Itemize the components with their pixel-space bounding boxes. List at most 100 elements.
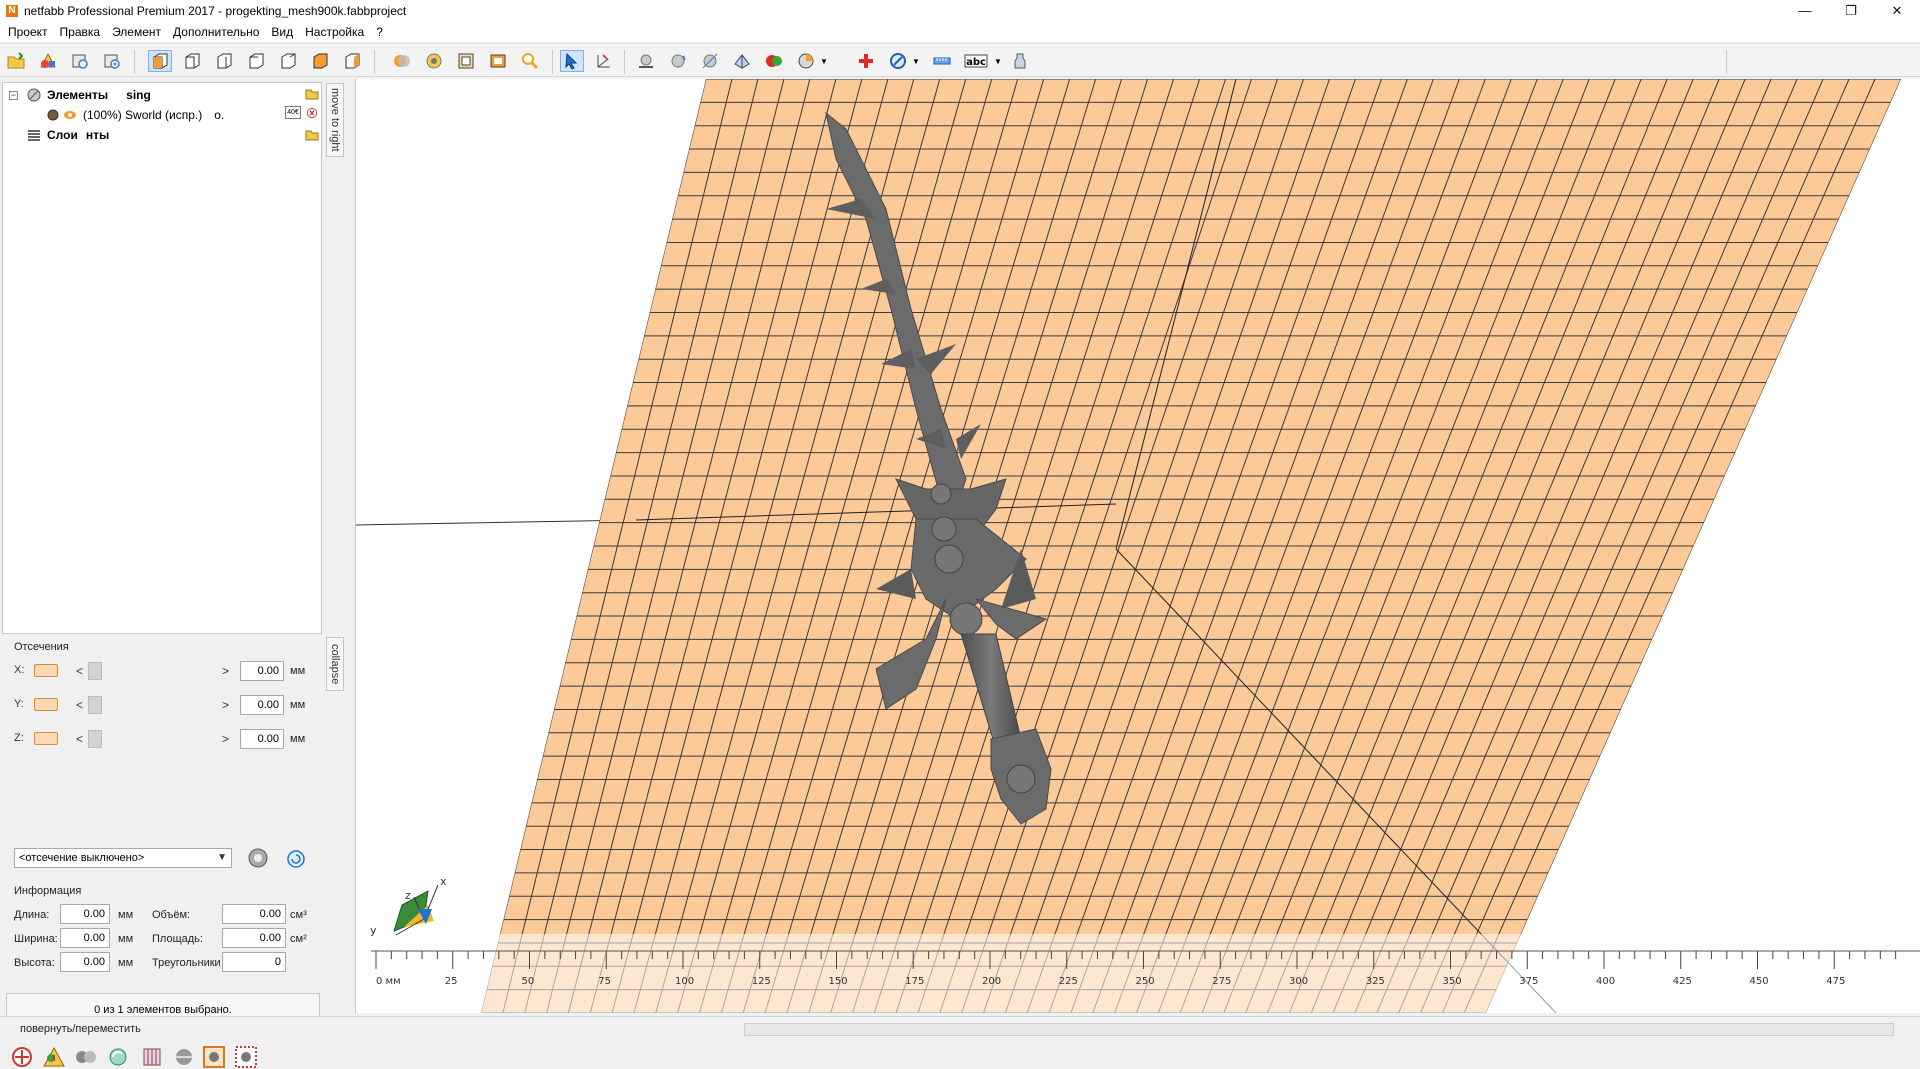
- view-right-button[interactable]: [276, 50, 300, 72]
- cut-color-swatch[interactable]: [34, 698, 58, 711]
- render-button[interactable]: [422, 50, 446, 72]
- view-front-button[interactable]: [180, 50, 204, 72]
- cut-color-swatch[interactable]: [34, 664, 58, 677]
- mirror-button[interactable]: [730, 50, 754, 72]
- 3d-scene[interactable]: 0 мм 25 50 75 100 125 150 175 200 225 250 275 300 325…: [356, 79, 1920, 1013]
- analysis-button[interactable]: [794, 50, 818, 72]
- reset-icon[interactable]: [286, 849, 306, 869]
- tab-collapse[interactable]: collapse: [326, 637, 344, 691]
- remove-icon[interactable]: [305, 107, 319, 119]
- place-on-platform-button[interactable]: [634, 50, 658, 72]
- horizontal-scrollbar[interactable]: [744, 1023, 1894, 1036]
- tree-node-sworld[interactable]: (100%) Sworld (испр.) о.: [47, 106, 224, 124]
- cut-value-x[interactable]: 0.00: [240, 661, 284, 681]
- menu-element[interactable]: Элемент: [106, 22, 167, 42]
- tree-node-elements[interactable]: Элементы sing: [27, 86, 151, 104]
- move-tool-button[interactable]: [592, 50, 616, 72]
- repair-button[interactable]: [762, 50, 786, 72]
- folder-icon[interactable]: [305, 129, 319, 141]
- frame-select-icon[interactable]: [202, 1045, 226, 1069]
- zoom-button[interactable]: [518, 50, 542, 72]
- label-button[interactable]: abc: [962, 50, 990, 72]
- cuts-title: Отсечения: [14, 641, 69, 653]
- ruler-button[interactable]: [930, 50, 954, 72]
- cut-mode-value: <отсечение выключено>: [19, 852, 145, 864]
- toolbar-separator: [552, 50, 553, 74]
- slider-left-arrow[interactable]: <: [76, 732, 83, 746]
- slider-right-arrow[interactable]: >: [222, 698, 229, 712]
- slice-stack-icon[interactable]: [140, 1045, 164, 1069]
- folder-icon[interactable]: [305, 88, 319, 100]
- tab-move-to-right[interactable]: move to right: [326, 83, 344, 157]
- slider-thumb[interactable]: [88, 730, 102, 748]
- elements-suffix: sing: [126, 88, 151, 102]
- slider-right-arrow[interactable]: >: [222, 664, 229, 678]
- status-bar: повернуть/переместить: [0, 1016, 1920, 1040]
- box-view-button[interactable]: [486, 50, 510, 72]
- close-button[interactable]: ✕: [1874, 0, 1920, 22]
- bottle-icon: [1014, 53, 1026, 69]
- cut-value-z[interactable]: 0.00: [240, 729, 284, 749]
- slice-button[interactable]: [1008, 50, 1032, 72]
- add-group-button[interactable]: [100, 50, 124, 72]
- cut-value-y[interactable]: 0.00: [240, 695, 284, 715]
- layers-icon: [28, 130, 40, 141]
- 3d-viewport[interactable]: 0 мм 25 50 75 100 125 150 175 200 225 250 275 300 325…: [355, 79, 1920, 1013]
- menu-extras[interactable]: Дополнительно: [167, 22, 265, 42]
- chevron-down-icon: ▼: [217, 852, 227, 863]
- minimize-button[interactable]: —: [1782, 0, 1828, 22]
- view-bottom-button[interactable]: [340, 50, 364, 72]
- elements-label: Элементы: [47, 88, 109, 102]
- sync-icon[interactable]: [106, 1045, 130, 1069]
- slider-thumb[interactable]: [88, 696, 102, 714]
- warning-icon[interactable]: [42, 1045, 66, 1069]
- menu-help[interactable]: ?: [370, 22, 389, 42]
- platform-grid: [481, 79, 1901, 1013]
- cut-slider-y[interactable]: [88, 696, 228, 714]
- spheres-icon[interactable]: [74, 1045, 98, 1069]
- view-left-button[interactable]: [244, 50, 268, 72]
- length-label: Длина:: [14, 909, 50, 921]
- measure-button[interactable]: [886, 50, 910, 72]
- scale-button[interactable]: [698, 50, 722, 72]
- open-project-button[interactable]: [4, 50, 28, 72]
- menu-edit[interactable]: Правка: [54, 22, 107, 42]
- menu-settings[interactable]: Настройка: [299, 22, 370, 42]
- ruler-label: 250: [1136, 976, 1155, 987]
- label-dropdown[interactable]: ▼: [992, 50, 1004, 72]
- menu-view[interactable]: Вид: [265, 22, 299, 42]
- view-top-button[interactable]: [308, 50, 332, 72]
- cut-settings-icon[interactable]: [246, 847, 270, 869]
- measure-dropdown[interactable]: ▼: [910, 50, 922, 72]
- add-part-button[interactable]: [36, 50, 60, 72]
- cut-slider-z[interactable]: [88, 730, 228, 748]
- shading-button[interactable]: [390, 50, 414, 72]
- restore-button[interactable]: ❐: [1828, 0, 1874, 22]
- menu-project[interactable]: Проект: [2, 22, 54, 42]
- rotate-button[interactable]: [666, 50, 690, 72]
- expand-toggle[interactable]: −: [9, 91, 18, 100]
- grid-select-icon[interactable]: [234, 1045, 258, 1069]
- select-tool-button[interactable]: [560, 50, 584, 72]
- part-badge[interactable]: 40€: [285, 106, 301, 119]
- cut-mode-select[interactable]: <отсечение выключено> ▼: [14, 848, 232, 868]
- wireframe-button[interactable]: [454, 50, 478, 72]
- slider-left-arrow[interactable]: <: [76, 698, 83, 712]
- slider-thumb[interactable]: [88, 662, 102, 680]
- new-repair-button[interactable]: [854, 50, 878, 72]
- ruler-label: 375: [1519, 976, 1538, 987]
- repair-cross-icon[interactable]: [10, 1045, 34, 1069]
- caret-down-icon: ▼: [994, 56, 1002, 66]
- new-part-button[interactable]: [68, 50, 92, 72]
- cut-color-swatch[interactable]: [34, 732, 58, 745]
- slider-left-arrow[interactable]: <: [76, 664, 83, 678]
- tree-node-layers[interactable]: Слои нты: [27, 126, 109, 144]
- cut-slider-x[interactable]: [88, 662, 228, 680]
- cube-front-icon: [185, 53, 200, 69]
- view-back-button[interactable]: [212, 50, 236, 72]
- view-3d-button[interactable]: [148, 50, 172, 72]
- sphere-grey-icon[interactable]: [172, 1045, 196, 1069]
- analysis-dropdown[interactable]: ▼: [818, 50, 830, 72]
- cube-back-icon: [217, 53, 232, 69]
- slider-right-arrow[interactable]: >: [222, 732, 229, 746]
